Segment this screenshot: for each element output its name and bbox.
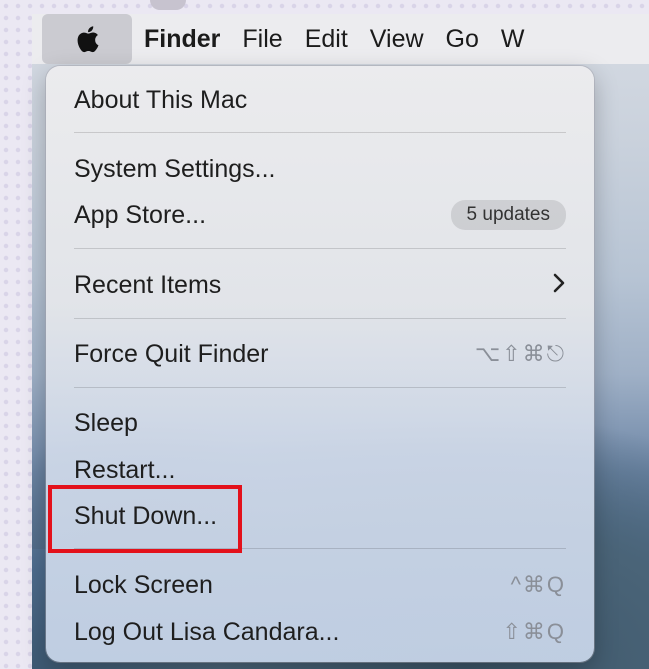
chevron-right-icon (552, 271, 566, 300)
menu-item-label: Sleep (74, 408, 138, 437)
menu-item-label: System Settings... (74, 154, 276, 183)
force-quit-shortcut: ⌥⇧⌘⎋ (474, 341, 566, 366)
menu-item-about[interactable]: About This Mac (74, 80, 566, 120)
menu-item-label: Lock Screen (74, 570, 213, 599)
menu-separator (74, 387, 566, 388)
menubar-edit[interactable]: Edit (305, 25, 348, 54)
menubar-window[interactable]: W (501, 25, 525, 54)
menu-item-label: Recent Items (74, 270, 222, 299)
menu-item-force-quit[interactable]: Force Quit Finder ⌥⇧⌘⎋ (74, 334, 566, 374)
menubar-view[interactable]: View (370, 25, 424, 54)
menu-item-restart[interactable]: Restart... (74, 450, 566, 490)
menu-item-app-store[interactable]: App Store... 5 updates (74, 195, 566, 235)
menubar-finder[interactable]: Finder (144, 25, 220, 54)
menubar-file[interactable]: File (242, 25, 282, 54)
menu-item-lock-screen[interactable]: Lock Screen ^⌘Q (74, 565, 566, 605)
shut-down-highlight-box (48, 485, 242, 553)
menu-item-log-out[interactable]: Log Out Lisa Candara... ⇧⌘Q (74, 612, 566, 652)
frame-border-top (0, 0, 649, 14)
menu-item-label: Force Quit Finder (74, 339, 269, 368)
menu-separator (74, 248, 566, 249)
menu-item-system-settings[interactable]: System Settings... (74, 149, 566, 189)
menu-separator (74, 132, 566, 133)
menu-item-recent-items[interactable]: Recent Items (74, 265, 566, 305)
menu-item-label: App Store... (74, 200, 207, 229)
menu-bar: Finder File Edit View Go W (32, 14, 649, 64)
menu-separator (74, 318, 566, 319)
frame-decoration (150, 0, 186, 10)
log-out-shortcut: ⇧⌘Q (502, 619, 566, 644)
menubar-go[interactable]: Go (446, 25, 479, 54)
updates-badge: 5 updates (450, 200, 566, 230)
apple-logo-icon (77, 26, 99, 53)
lock-screen-shortcut: ^⌘Q (510, 572, 566, 597)
menu-item-sleep[interactable]: Sleep (74, 403, 566, 443)
apple-menu-button[interactable] (42, 14, 132, 64)
menu-item-label: About This Mac (74, 85, 248, 114)
apple-dropdown-menu: About This Mac System Settings... App St… (46, 66, 594, 662)
menu-item-label: Restart... (74, 455, 176, 484)
menu-item-label: Log Out Lisa Candara... (74, 617, 340, 646)
